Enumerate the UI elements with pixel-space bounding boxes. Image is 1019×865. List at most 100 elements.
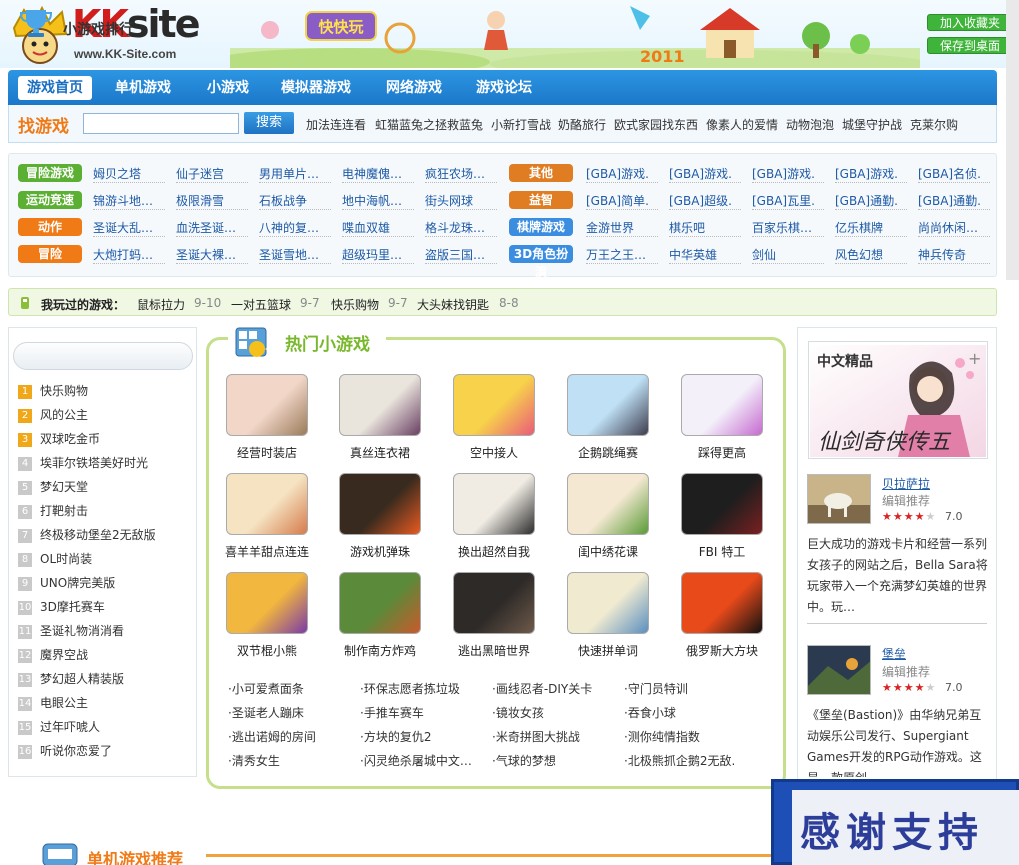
game-card[interactable]: 空中接人 [437, 374, 547, 472]
category-game-link[interactable]: 亿乐棋牌 [835, 219, 907, 237]
category-tag[interactable]: 运动竞速 [18, 191, 82, 209]
game-name[interactable]: 逃出黑暗世界 [437, 642, 551, 659]
category-game-link[interactable]: [GBA]游戏. [669, 165, 741, 183]
category-game-link[interactable]: 格斗龙珠… [425, 219, 497, 237]
rank-item[interactable]: 15 过年吓唬人 [18, 718, 100, 736]
hot-keyword[interactable]: 虹猫蓝兔之拯救蓝兔 [375, 116, 483, 133]
category-game-link[interactable]: 尚尚休闲… [918, 219, 990, 237]
game-thumbnail[interactable] [453, 572, 535, 634]
nav-item-single-games[interactable]: 单机游戏 [106, 76, 180, 100]
hot-keyword[interactable]: 奶酪旅行 [558, 116, 606, 133]
game-name[interactable]: 踩得更高 [665, 444, 779, 461]
save-desktop-button[interactable]: 保存到桌面 [927, 37, 1013, 54]
hot-keyword[interactable]: 加法连连看 [306, 116, 366, 133]
category-tag[interactable]: 益智 [509, 191, 573, 209]
game-thumbnail[interactable] [339, 374, 421, 436]
category-game-link[interactable]: 神兵传奇 [918, 246, 990, 264]
rank-item[interactable]: 11 圣诞礼物消消看 [18, 622, 124, 640]
category-game-link[interactable]: 电神魔傀… [342, 165, 414, 183]
game-card[interactable]: 游戏机弹珠 [323, 473, 433, 571]
played-game-link[interactable]: 一对五篮球 [231, 296, 291, 313]
nav-item-online-games[interactable]: 网络游戏 [377, 76, 451, 100]
category-game-link[interactable]: 八神的复… [259, 219, 331, 237]
game-thumbnail[interactable] [567, 374, 649, 436]
category-game-link[interactable]: [GBA]游戏. [586, 165, 658, 183]
rec-name-link[interactable]: 贝拉萨拉 [882, 475, 930, 492]
game-name[interactable]: 企鹅跳绳赛 [551, 444, 665, 461]
category-game-link[interactable]: 地中海帆… [342, 192, 414, 210]
category-game-link[interactable]: 圣诞大乱… [93, 219, 165, 237]
category-game-link[interactable]: 锦游斗地… [93, 192, 165, 210]
small-game-link[interactable]: ·米奇拼图大挑战 [492, 728, 620, 745]
category-game-link[interactable]: 中华英雄 [669, 246, 741, 264]
nav-item-home[interactable]: 游戏首页 [18, 76, 92, 100]
small-game-link[interactable]: ·吞食小球 [624, 704, 752, 721]
game-thumbnail[interactable] [226, 572, 308, 634]
rank-item[interactable]: 13 梦幻超人精装版 [18, 670, 124, 688]
category-game-link[interactable]: [GBA]游戏. [835, 165, 907, 183]
rank-item[interactable]: 5 梦幻天堂 [18, 478, 88, 496]
category-tag[interactable]: 棋牌游戏 [509, 218, 573, 236]
category-game-link[interactable]: 风色幻想 [835, 246, 907, 264]
rank-item[interactable]: 7 终极移动堡垒2无敌版 [18, 526, 156, 544]
category-game-link[interactable]: [GBA]游戏. [752, 165, 824, 183]
nav-item-mini-games[interactable]: 小游戏 [198, 76, 258, 100]
rank-item[interactable]: 8 OL时尚装 [18, 550, 92, 568]
category-tag[interactable]: 3D角色扮演 [509, 245, 573, 279]
game-thumbnail[interactable] [567, 473, 649, 535]
more-plus-icon[interactable]: + [968, 349, 981, 368]
category-game-link[interactable]: 棋乐吧 [669, 219, 741, 237]
played-game-link[interactable]: 大头妹找钥匙 [417, 296, 489, 313]
game-thumbnail[interactable] [226, 374, 308, 436]
category-game-link[interactable]: 极限滑雪 [176, 192, 248, 210]
add-favorite-button[interactable]: 加入收藏夹 [927, 14, 1013, 31]
small-game-link[interactable]: ·闪灵绝杀屠城中文… [360, 752, 488, 769]
category-game-link[interactable]: [GBA]瓦里. [752, 192, 824, 210]
small-game-link[interactable]: ·清秀女生 [228, 752, 356, 769]
game-card[interactable]: 踩得更高 [665, 374, 775, 472]
scrollbar[interactable] [1006, 0, 1019, 280]
small-game-link[interactable]: ·环保志愿者拣垃圾 [360, 680, 488, 697]
category-tag[interactable]: 冒险 [18, 245, 82, 263]
game-name[interactable]: 游戏机弹珠 [323, 543, 437, 560]
rank-item[interactable]: 10 3D摩托赛车 [18, 598, 105, 616]
category-game-link[interactable]: [GBA]简单. [586, 192, 658, 210]
category-game-link[interactable]: 男用单片… [259, 165, 331, 183]
game-name[interactable]: FBI 特工 [665, 543, 779, 560]
hot-keyword[interactable]: 像素人的爱情 [706, 116, 778, 133]
small-game-link[interactable]: ·方块的复仇2 [360, 728, 488, 745]
game-name[interactable]: 快速拼单词 [551, 642, 665, 659]
small-game-link[interactable]: ·气球的梦想 [492, 752, 620, 769]
hot-keyword[interactable]: 小新打雪战 [491, 116, 551, 133]
rank-item[interactable]: 3 双球吃金币 [18, 430, 100, 448]
small-game-link[interactable]: ·圣诞老人蹦床 [228, 704, 356, 721]
category-game-link[interactable]: [GBA]超级. [669, 192, 741, 210]
game-thumbnail[interactable] [681, 572, 763, 634]
game-thumbnail[interactable] [226, 473, 308, 535]
nav-item-forum[interactable]: 游戏论坛 [467, 76, 541, 100]
category-game-link[interactable]: 疯狂农场… [425, 165, 497, 183]
game-thumbnail[interactable] [681, 374, 763, 436]
rank-item[interactable]: 16 听说你恋爱了 [18, 742, 112, 760]
category-game-link[interactable]: 姆贝之塔 [93, 165, 165, 183]
game-name[interactable]: 真丝连衣裙 [323, 444, 437, 461]
hot-keyword[interactable]: 欧式家园找东西 [614, 116, 698, 133]
hot-keyword[interactable]: 城堡守护战 [842, 116, 902, 133]
category-game-link[interactable]: 百家乐棋… [752, 219, 824, 237]
game-card[interactable]: 闺中绣花课 [551, 473, 661, 571]
game-thumbnail[interactable] [339, 572, 421, 634]
small-game-link[interactable]: ·逃出诺姆的房间 [228, 728, 356, 745]
category-game-link[interactable]: 超级玛里… [342, 246, 414, 264]
rank-item[interactable]: 4 埃菲尔铁塔美好时光 [18, 454, 148, 472]
small-game-link[interactable]: ·测你纯情指数 [624, 728, 752, 745]
rec-thumb-2[interactable] [807, 645, 871, 695]
game-name[interactable]: 换出超然自我 [437, 543, 551, 560]
category-tag[interactable]: 其他 [509, 164, 573, 182]
category-game-link[interactable]: 石板战争 [259, 192, 331, 210]
category-game-link[interactable]: [GBA]通勤. [835, 192, 907, 210]
category-tag[interactable]: 冒险游戏 [18, 164, 82, 182]
game-thumbnail[interactable] [453, 374, 535, 436]
game-thumbnail[interactable] [453, 473, 535, 535]
played-game-link[interactable]: 快乐购物 [331, 296, 379, 313]
search-button[interactable]: 搜索 [244, 112, 294, 134]
